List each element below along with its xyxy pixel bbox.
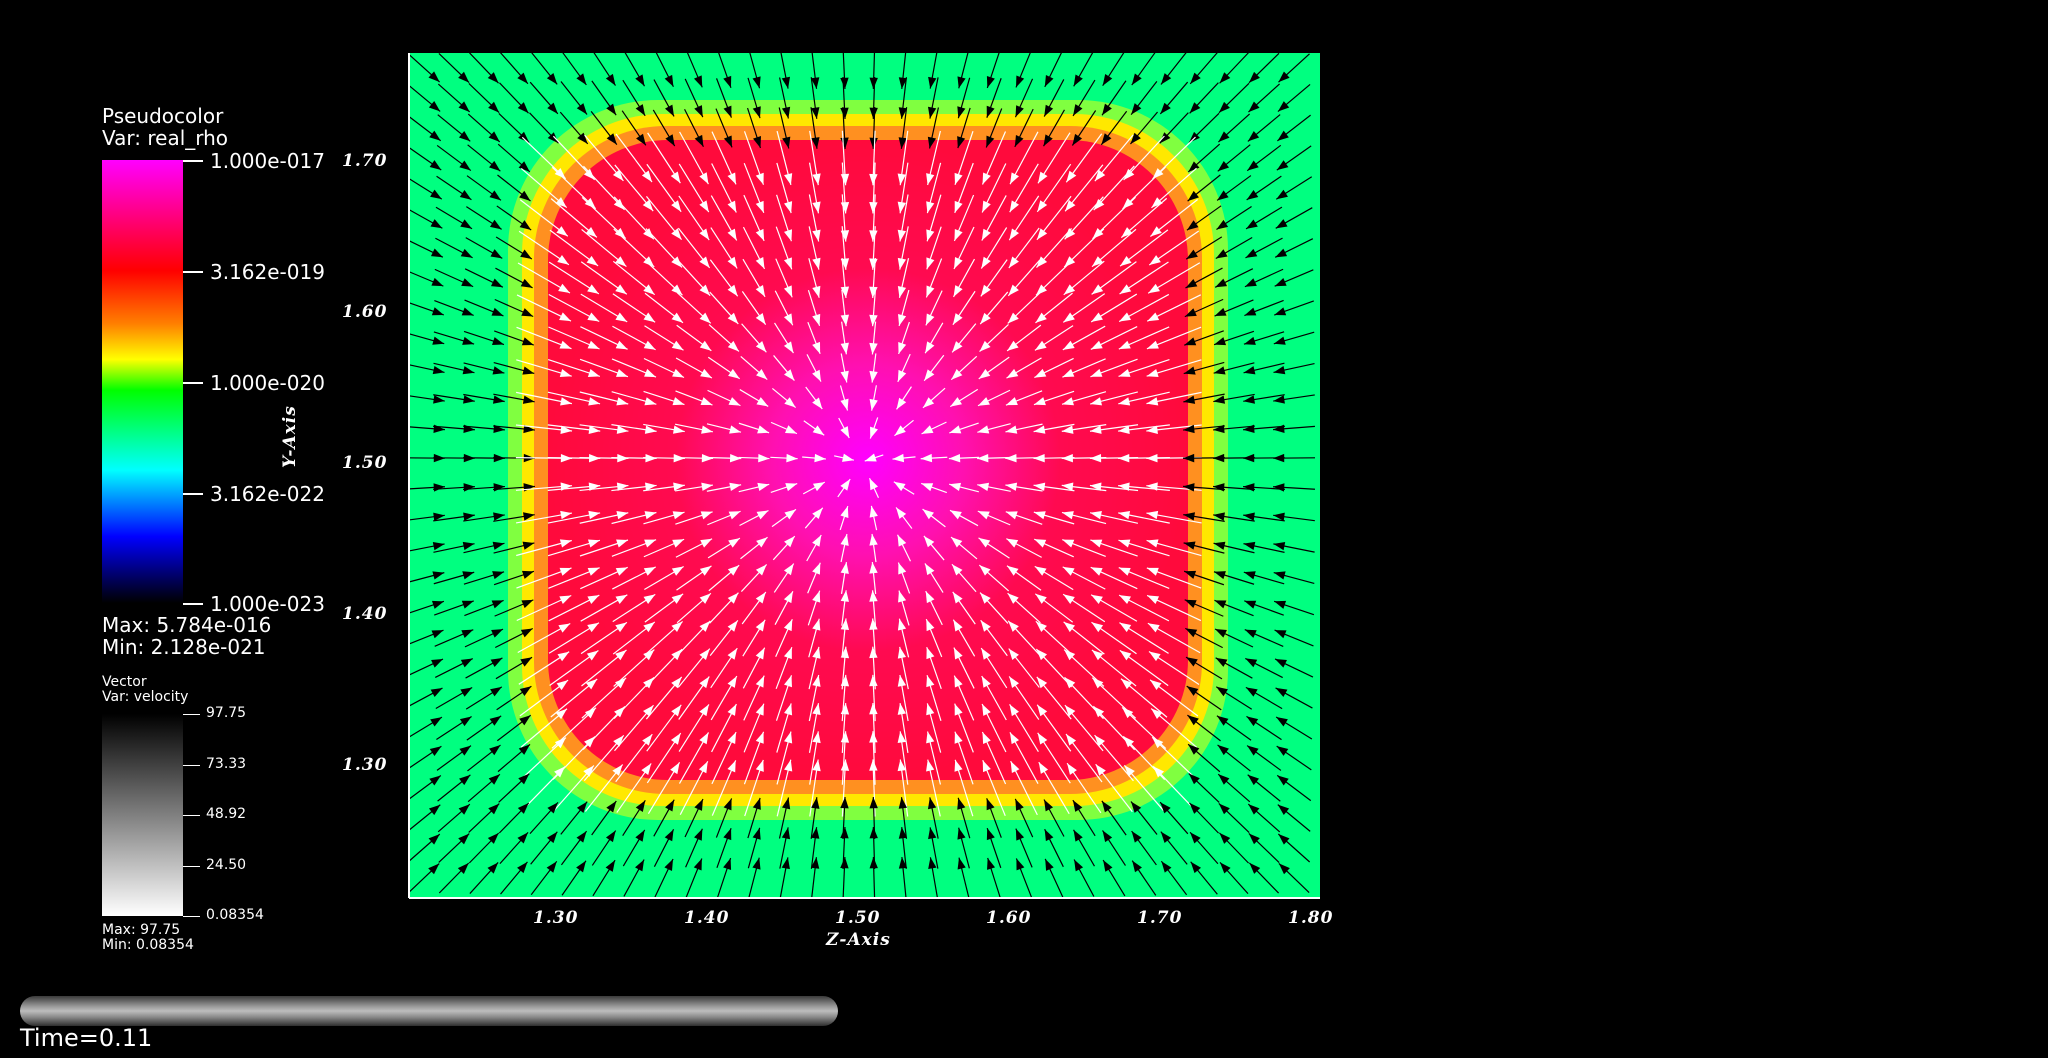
- vector-legend-type: Vector: [102, 674, 147, 690]
- scalar-tick: 1.000e-017: [210, 149, 325, 173]
- vector-tick: 48.92: [206, 806, 247, 822]
- vector-tick: 24.50: [206, 857, 247, 873]
- x-tick-label: 1.60: [986, 908, 1032, 928]
- y-tick-label: 1.30: [342, 755, 388, 775]
- y-tick-label: 1.40: [342, 604, 388, 624]
- x-tick-label: 1.50: [835, 908, 881, 928]
- x-tick-label: 1.40: [684, 908, 730, 928]
- y-tick-label: 1.70: [342, 151, 388, 171]
- scalar-tick: 1.000e-020: [210, 371, 325, 395]
- vector-min: Min: 0.08354: [102, 937, 194, 953]
- vector-tick: 0.08354: [206, 907, 264, 923]
- vector-tick: 97.75: [206, 705, 247, 721]
- scalar-tick: 3.162e-022: [210, 482, 325, 506]
- vector-legend-var: Var: velocity: [102, 689, 189, 705]
- y-tick-label: 1.60: [342, 302, 388, 322]
- time-label: Time=0.11: [20, 1024, 153, 1052]
- scalar-colorbar: [102, 160, 183, 603]
- scalar-min: Min: 2.128e-021: [102, 635, 266, 659]
- x-tick-label: 1.30: [533, 908, 579, 928]
- vector-tick: 73.33: [206, 756, 247, 772]
- x-tick-label: 1.70: [1137, 908, 1183, 928]
- y-axis-title: Y-Axis: [280, 405, 300, 468]
- scalar-legend-var: Var: real_rho: [102, 126, 229, 150]
- vector-max: Max: 97.75: [102, 922, 181, 938]
- y-tick-label: 1.50: [342, 453, 388, 473]
- x-axis-title: Z-Axis: [826, 930, 891, 950]
- x-tick-label: 1.80: [1288, 908, 1334, 928]
- time-slider[interactable]: [20, 996, 838, 1026]
- scalar-tick: 3.162e-019: [210, 260, 325, 284]
- scalar-max: Max: 5.784e-016: [102, 613, 272, 637]
- vector-colorbar: [102, 714, 183, 916]
- scalar-legend-type: Pseudocolor: [102, 104, 224, 128]
